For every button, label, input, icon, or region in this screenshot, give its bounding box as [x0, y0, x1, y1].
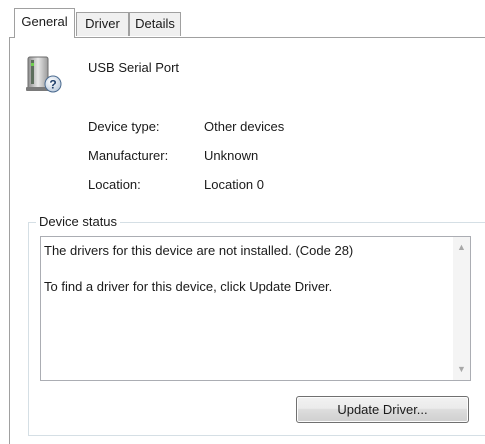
- scroll-up-arrow-icon[interactable]: ▲: [453, 239, 470, 256]
- tab-driver[interactable]: Driver: [76, 12, 129, 36]
- device-status-title: Device status: [36, 214, 121, 229]
- scroll-down-arrow-icon[interactable]: ▼: [453, 361, 470, 378]
- update-driver-button[interactable]: Update Driver...: [296, 396, 469, 423]
- location-label: Location:: [88, 177, 141, 192]
- manufacturer-label: Manufacturer:: [88, 148, 169, 163]
- device-name: USB Serial Port: [88, 60, 180, 75]
- svg-text:?: ?: [49, 78, 56, 92]
- tab-general[interactable]: General: [14, 8, 75, 38]
- device-status-text: The drivers for this device are not inst…: [44, 243, 354, 294]
- tab-details[interactable]: Details: [129, 12, 181, 36]
- device-type-label: Device type:: [88, 119, 160, 134]
- device-type-value: Other devices: [204, 119, 285, 134]
- location-value: Location 0: [204, 177, 264, 192]
- device-status-textbox[interactable]: The drivers for this device are not inst…: [40, 236, 471, 381]
- unknown-device-icon: ?: [24, 54, 64, 94]
- tab-strip: General Driver Details: [0, 0, 485, 38]
- status-scrollbar[interactable]: ▲ ▼: [453, 237, 470, 380]
- manufacturer-value: Unknown: [204, 148, 259, 163]
